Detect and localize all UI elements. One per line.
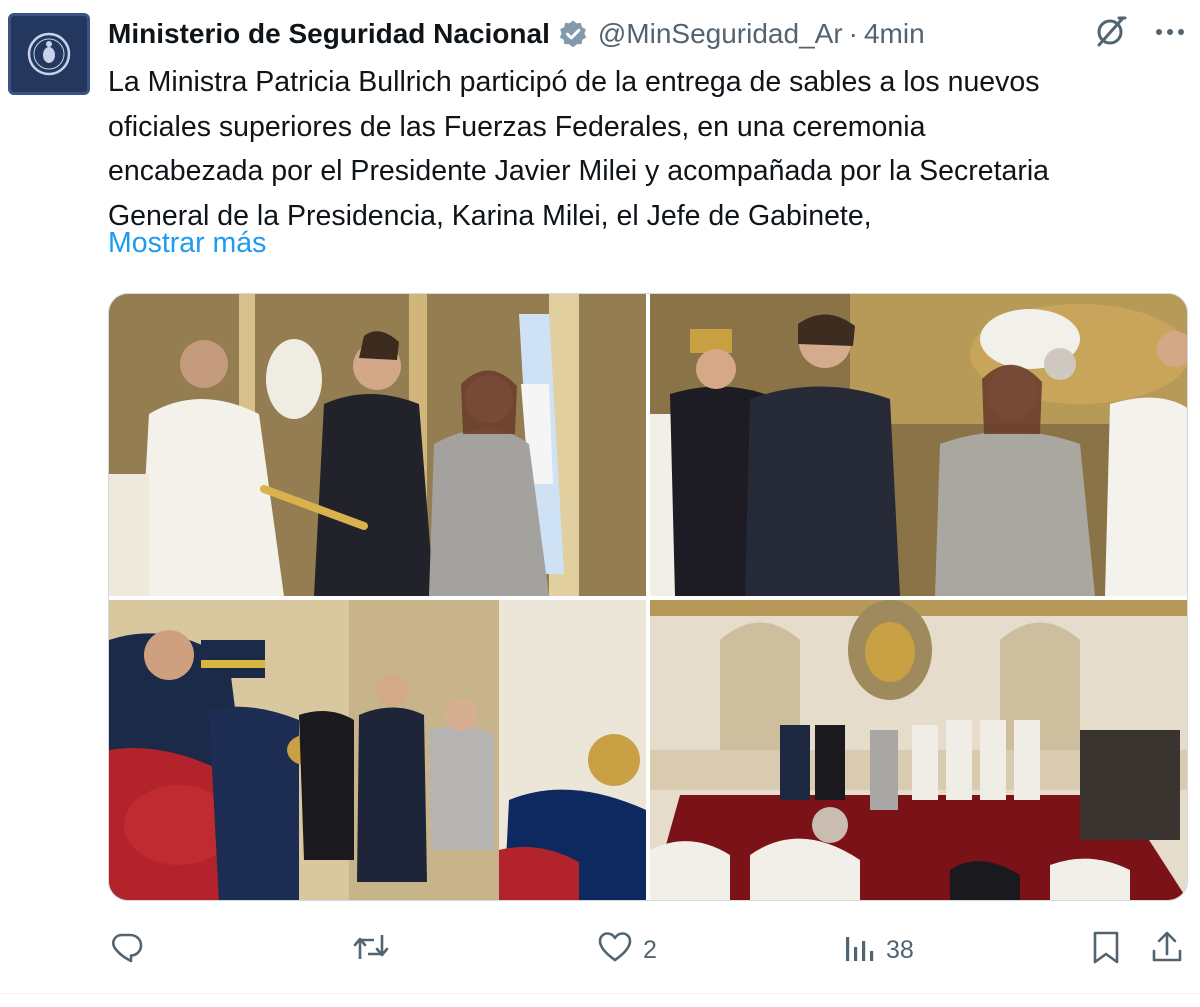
tweet-text-line: oficiales superiores de las Fuerzas Fede…	[108, 110, 926, 143]
tweet-text-line: General de la Presidencia, Karina Milei,…	[108, 199, 872, 232]
timestamp[interactable]: 4min	[864, 18, 925, 50]
reply-icon	[108, 929, 144, 972]
action-bar: 2 38	[0, 920, 1200, 980]
show-more-link[interactable]: Mostrar más	[108, 227, 266, 260]
tweet[interactable]: Ministerio de Seguridad Nacional @MinSeg…	[0, 0, 1200, 1007]
tweet-text-line: La Ministra Patricia Bullrich participó …	[108, 66, 1040, 98]
photo-group-portrait[interactable]	[650, 294, 1187, 596]
author-handle[interactable]: @MinSeguridad_Ar	[598, 18, 843, 50]
tweet-header: Ministerio de Seguridad Nacional @MinSeg…	[108, 14, 925, 54]
divider	[0, 993, 1200, 994]
separator-dot: ·	[848, 18, 858, 49]
avatar[interactable]	[8, 13, 90, 95]
retweet-icon	[352, 929, 390, 972]
grok-icon[interactable]	[1092, 14, 1128, 55]
like-button[interactable]: 2	[597, 920, 657, 980]
share-button[interactable]	[1150, 920, 1184, 980]
tweet-text-line: encabezada por el Presidente Javier Mile…	[108, 155, 1050, 187]
like-count: 2	[643, 935, 657, 964]
bookmark-button[interactable]	[1090, 920, 1122, 980]
retweet-button[interactable]	[352, 920, 400, 980]
reply-button[interactable]	[108, 920, 154, 980]
photo-ceremony-hall[interactable]	[650, 600, 1187, 900]
bookmark-icon	[1090, 929, 1122, 972]
views-button[interactable]: 38	[844, 920, 914, 980]
top-actions	[1092, 14, 1186, 55]
photo-honor-guard[interactable]	[109, 600, 646, 900]
views-icon	[844, 929, 876, 972]
views-count: 38	[886, 935, 914, 964]
like-icon	[597, 929, 633, 972]
photo-sable-handover[interactable]	[109, 294, 646, 596]
tweet-text: La Ministra Patricia Bullrich participó …	[108, 60, 1188, 238]
more-options-icon[interactable]	[1154, 16, 1186, 53]
ministry-seal-icon	[27, 32, 71, 76]
share-icon	[1150, 929, 1184, 972]
author-name[interactable]: Ministerio de Seguridad Nacional	[108, 18, 550, 50]
verified-badge-icon[interactable]	[558, 19, 588, 49]
media-grid	[108, 293, 1188, 901]
